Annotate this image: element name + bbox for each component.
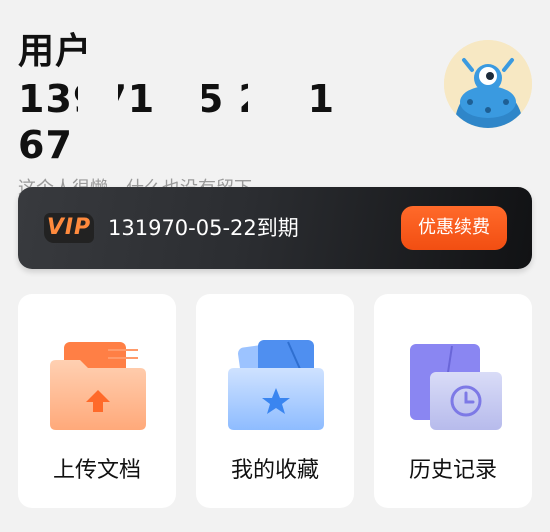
- tile-label: 上传文档: [52, 458, 141, 483]
- history-clock-icon: [410, 344, 502, 430]
- username: 用户: [18, 31, 93, 72]
- vip-badge: VIP: [44, 213, 94, 243]
- tile-label: 我的收藏: [230, 458, 319, 483]
- phone-number: 13971 25 20 1 67: [18, 76, 358, 168]
- privacy-mask: [78, 80, 118, 118]
- profile-section: 用户 13971 25 20 1 67 这个人很懒，什么也没有留下: [18, 30, 418, 200]
- renew-button[interactable]: 优惠续费: [401, 206, 507, 250]
- privacy-mask: [248, 80, 292, 118]
- vip-expiry-text: 131970-05-22到期: [108, 216, 299, 240]
- upload-documents-tile[interactable]: 上传文档: [18, 294, 176, 508]
- upload-folder-icon: [50, 342, 146, 430]
- history-tile[interactable]: 历史记录: [374, 294, 532, 508]
- favorites-folder-icon: [228, 340, 324, 430]
- vip-membership-card[interactable]: VIP 131970-05-22到期 优惠续费: [18, 187, 532, 269]
- alien-avatar-icon: [444, 40, 532, 128]
- tile-label: 历史记录: [408, 458, 497, 483]
- my-favorites-tile[interactable]: 我的收藏: [196, 294, 354, 508]
- privacy-mask: [166, 80, 202, 118]
- avatar[interactable]: [444, 40, 532, 128]
